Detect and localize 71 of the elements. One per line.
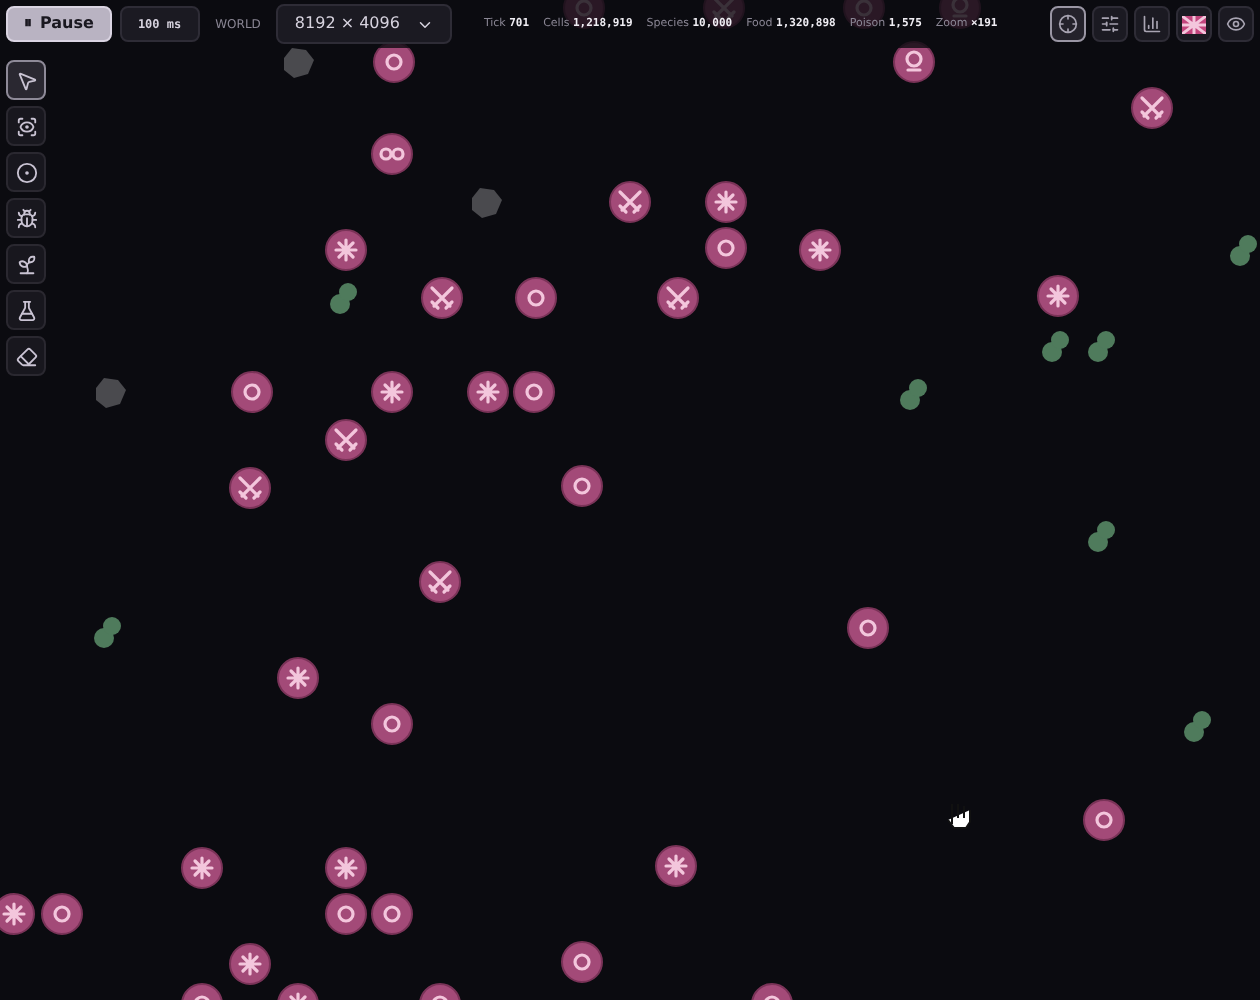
sliders-icon bbox=[1100, 14, 1120, 34]
sliders-button[interactable] bbox=[1092, 6, 1128, 42]
rock-drawing bbox=[96, 378, 126, 408]
food-tool-button[interactable] bbox=[6, 244, 46, 284]
cell-drawing bbox=[181, 847, 223, 889]
cell-drawing bbox=[277, 983, 319, 1000]
cell-drawing bbox=[229, 943, 271, 985]
cell-drawing bbox=[181, 983, 223, 1000]
food-blob-drawing bbox=[900, 379, 927, 410]
cell-drawing bbox=[657, 277, 699, 319]
cell-drawing bbox=[0, 893, 35, 935]
cell-drawing bbox=[847, 607, 889, 649]
cell-drawing bbox=[655, 845, 697, 887]
poison-tool-button[interactable] bbox=[6, 290, 46, 330]
cell-drawing bbox=[231, 371, 273, 413]
cell-drawing bbox=[419, 983, 461, 1000]
eye-button[interactable] bbox=[1218, 6, 1254, 42]
food-blob-drawing bbox=[1088, 331, 1115, 362]
cell-drawing bbox=[277, 657, 319, 699]
food-blob-drawing bbox=[1230, 235, 1257, 266]
rock-drawing bbox=[472, 188, 502, 218]
flag-button[interactable] bbox=[1176, 6, 1212, 42]
food-blob-drawing bbox=[1184, 711, 1211, 742]
eye-icon bbox=[1226, 14, 1246, 34]
focus-icon bbox=[15, 115, 37, 137]
cell-drawing bbox=[705, 181, 747, 223]
cell-drawing bbox=[229, 467, 271, 509]
cell-drawing bbox=[1037, 275, 1079, 317]
cell-drawing bbox=[467, 371, 509, 413]
target-icon bbox=[1058, 14, 1078, 34]
cell-drawing bbox=[561, 941, 603, 983]
flag-icon bbox=[1182, 15, 1206, 33]
cell-drawing bbox=[515, 277, 557, 319]
cell-drawing bbox=[751, 983, 793, 1000]
cell-drawing bbox=[325, 419, 367, 461]
pointer-tool-button[interactable] bbox=[6, 60, 46, 100]
cell-drawing bbox=[325, 847, 367, 889]
eraser-icon bbox=[15, 345, 37, 367]
rock-drawing bbox=[284, 48, 314, 78]
pause-icon: ⏸ bbox=[24, 12, 32, 36]
pointer-icon bbox=[15, 69, 37, 91]
cell-drawing bbox=[513, 371, 555, 413]
cell-drawing bbox=[325, 229, 367, 271]
cell-drawing bbox=[325, 893, 367, 935]
cell-drawing bbox=[1083, 799, 1125, 841]
world-size-select[interactable]: 8192 × 4096 bbox=[276, 4, 452, 44]
cell-drawing bbox=[1131, 87, 1173, 129]
cell-drawing bbox=[609, 181, 651, 223]
pause-button[interactable]: ⏸ Pause bbox=[6, 6, 112, 42]
spawn-tool-button[interactable] bbox=[6, 198, 46, 238]
cell-drawing bbox=[371, 703, 413, 745]
target-button[interactable] bbox=[1050, 6, 1086, 42]
cell-drawing bbox=[371, 133, 413, 175]
cell-drawing bbox=[799, 229, 841, 271]
cell-icon bbox=[15, 161, 37, 183]
food-blob-drawing bbox=[1042, 331, 1069, 362]
cell-drawing bbox=[371, 893, 413, 935]
cell-drawing bbox=[419, 561, 461, 603]
cell-drawing bbox=[705, 227, 747, 269]
food-blob-drawing bbox=[94, 617, 121, 648]
cell-drawing bbox=[371, 371, 413, 413]
cell-drawing bbox=[561, 465, 603, 507]
focus-tool-button[interactable] bbox=[6, 106, 46, 146]
cell-drawing bbox=[41, 893, 83, 935]
cell-tool-button[interactable] bbox=[6, 152, 46, 192]
chart-button[interactable] bbox=[1134, 6, 1170, 42]
cell-drawing bbox=[421, 277, 463, 319]
food-blob-drawing bbox=[330, 283, 357, 314]
chart-icon bbox=[1142, 14, 1162, 34]
eraser-tool-button[interactable] bbox=[6, 336, 46, 376]
food-blob-drawing bbox=[1088, 521, 1115, 552]
